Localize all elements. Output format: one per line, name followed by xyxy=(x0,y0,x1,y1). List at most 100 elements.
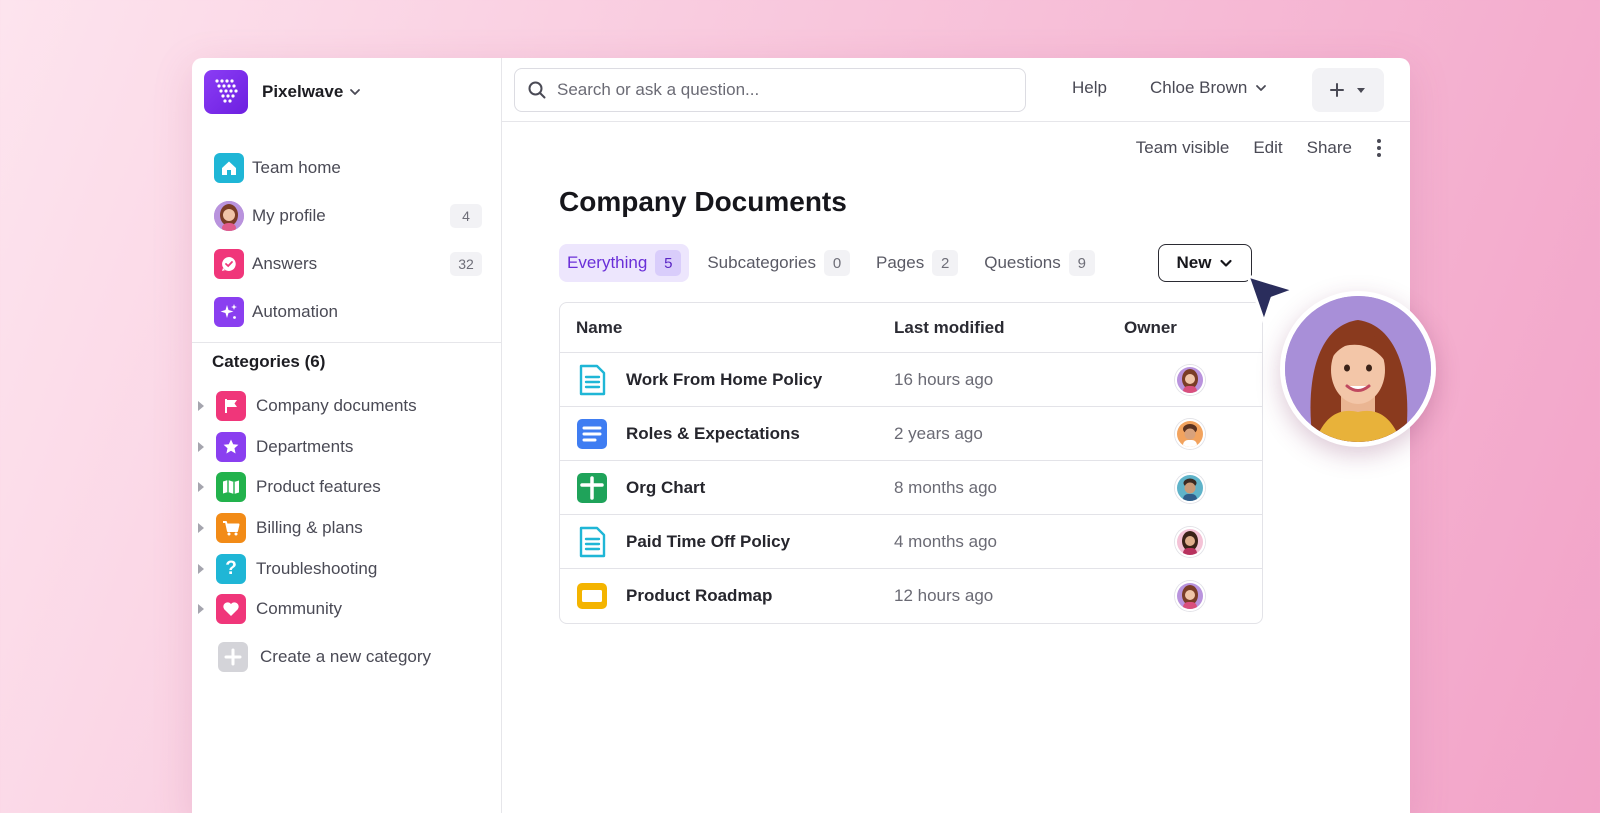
tab-label: Questions xyxy=(984,253,1061,272)
table-row[interactable]: Paid Time Off Policy 4 months ago xyxy=(560,515,1262,569)
tab-pages[interactable]: Pages 2 xyxy=(868,244,966,282)
document-name: Roles & Expectations xyxy=(626,423,800,443)
table-row[interactable]: Work From Home Policy 16 hours ago xyxy=(560,353,1262,407)
chevron-down-icon xyxy=(350,89,361,95)
page-actions: Team visible Edit Share xyxy=(1112,138,1382,158)
new-button-label: New xyxy=(1176,253,1212,272)
category-departments[interactable]: Departments xyxy=(196,427,486,468)
edit-button[interactable]: Edit xyxy=(1253,138,1282,158)
column-header-modified[interactable]: Last modified xyxy=(894,318,1118,338)
workspace-logo xyxy=(204,70,248,114)
table-header: Name Last modified Owner xyxy=(560,303,1262,353)
search-icon xyxy=(528,81,546,99)
flag-icon xyxy=(216,391,246,422)
expand-arrow-icon[interactable] xyxy=(198,563,204,574)
sidebar-item-label: Team home xyxy=(252,158,341,177)
tab-subcategories[interactable]: Subcategories 0 xyxy=(699,244,858,282)
plus-icon xyxy=(218,642,248,672)
expand-arrow-icon[interactable] xyxy=(198,401,204,412)
owner-avatar xyxy=(1175,581,1205,611)
plus-icon xyxy=(1330,83,1344,97)
expand-arrow-icon[interactable] xyxy=(198,604,204,615)
category-label: Billing & plans xyxy=(256,518,363,538)
help-link[interactable]: Help xyxy=(1072,78,1107,98)
column-header-owner[interactable]: Owner xyxy=(1118,318,1262,338)
filter-tabs: Everything 5 Subcategories 0 Pages 2 Que… xyxy=(559,244,1113,282)
app-window: Pixelwave Team home My profile 4 Answers… xyxy=(192,58,1410,813)
star-icon xyxy=(216,431,246,462)
visibility-button[interactable]: Team visible xyxy=(1136,138,1230,158)
tab-questions[interactable]: Questions 9 xyxy=(976,244,1103,282)
sidebar-item-automation[interactable]: Automation xyxy=(214,288,482,336)
share-button[interactable]: Share xyxy=(1307,138,1352,158)
count-badge: 4 xyxy=(450,204,482,228)
question-icon: ? xyxy=(216,553,246,584)
table-row[interactable]: Roles & Expectations 2 years ago xyxy=(560,407,1262,461)
documents-table: Name Last modified Owner Work From Home … xyxy=(559,302,1263,624)
new-button[interactable]: New xyxy=(1158,244,1252,282)
workspace-switcher[interactable]: Pixelwave xyxy=(204,70,361,114)
category-label: Departments xyxy=(256,436,354,456)
expand-arrow-icon[interactable] xyxy=(198,441,204,452)
sidebar-item-team-home[interactable]: Team home xyxy=(214,144,482,192)
map-icon xyxy=(216,472,246,503)
last-modified: 8 months ago xyxy=(894,477,998,497)
count-badge: 32 xyxy=(450,252,482,276)
doc-icon xyxy=(576,416,608,452)
column-header-name[interactable]: Name xyxy=(560,318,894,338)
owner-avatar xyxy=(1175,418,1205,449)
sidebar-item-label: Answers xyxy=(252,254,318,273)
owner-avatar xyxy=(1175,526,1205,557)
caret-down-icon xyxy=(1357,88,1365,93)
expand-arrow-icon[interactable] xyxy=(198,482,204,493)
sidebar-item-my-profile[interactable]: My profile 4 xyxy=(214,192,482,240)
category-label: Company documents xyxy=(256,396,417,416)
create-category-button[interactable]: Create a new category xyxy=(218,642,431,672)
tab-everything[interactable]: Everything 5 xyxy=(559,244,690,282)
avatar xyxy=(214,201,244,231)
table-row[interactable]: Org Chart 8 months ago xyxy=(560,461,1262,515)
category-label: Product features xyxy=(256,477,381,497)
last-modified: 2 years ago xyxy=(894,423,983,443)
last-modified: 16 hours ago xyxy=(894,369,994,389)
search-bar[interactable] xyxy=(514,68,1026,112)
doc-outline-icon xyxy=(576,524,608,560)
tab-count: 5 xyxy=(655,250,682,276)
category-community[interactable]: Community xyxy=(196,589,486,630)
doc-outline-icon xyxy=(576,362,608,398)
tab-count: 9 xyxy=(1068,250,1095,276)
slides-icon xyxy=(576,578,608,614)
answers-icon xyxy=(214,249,244,279)
more-options-icon[interactable] xyxy=(1376,139,1382,157)
category-company-documents[interactable]: Company documents xyxy=(196,386,486,427)
sidebar-item-label: Automation xyxy=(252,302,338,321)
cart-icon xyxy=(216,513,246,544)
sidebar-item-label: My profile xyxy=(252,206,326,225)
tab-label: Subcategories xyxy=(707,253,817,272)
collaborator-avatar xyxy=(1280,291,1436,447)
category-billing-plans[interactable]: Billing & plans xyxy=(196,508,486,549)
divider xyxy=(192,342,501,343)
document-name: Product Roadmap xyxy=(626,586,773,605)
sidebar: Pixelwave Team home My profile 4 Answers… xyxy=(192,58,502,813)
create-menu-button[interactable] xyxy=(1312,68,1384,112)
category-troubleshooting[interactable]: ? Troubleshooting xyxy=(196,548,486,589)
create-category-label: Create a new category xyxy=(260,647,432,666)
category-label: Community xyxy=(256,599,342,619)
category-product-features[interactable]: Product features xyxy=(196,467,486,508)
last-modified: 12 hours ago xyxy=(894,586,994,605)
sheet-icon xyxy=(576,470,608,506)
owner-avatar xyxy=(1175,472,1205,503)
sidebar-nav: Team home My profile 4 Answers 32 Automa… xyxy=(214,144,482,336)
sidebar-item-answers[interactable]: Answers 32 xyxy=(214,240,482,288)
heart-icon xyxy=(216,594,246,625)
main-content: Team visible Edit Share Company Document… xyxy=(502,122,1410,813)
search-input[interactable] xyxy=(557,80,997,100)
expand-arrow-icon[interactable] xyxy=(198,523,204,534)
table-row[interactable]: Product Roadmap 12 hours ago xyxy=(560,569,1262,623)
sparkle-icon xyxy=(214,297,244,327)
user-menu[interactable]: Chloe Brown xyxy=(1150,78,1267,98)
categories-heading: Categories (6) xyxy=(212,352,326,371)
tab-label: Pages xyxy=(876,253,925,272)
owner-avatar xyxy=(1175,364,1205,395)
